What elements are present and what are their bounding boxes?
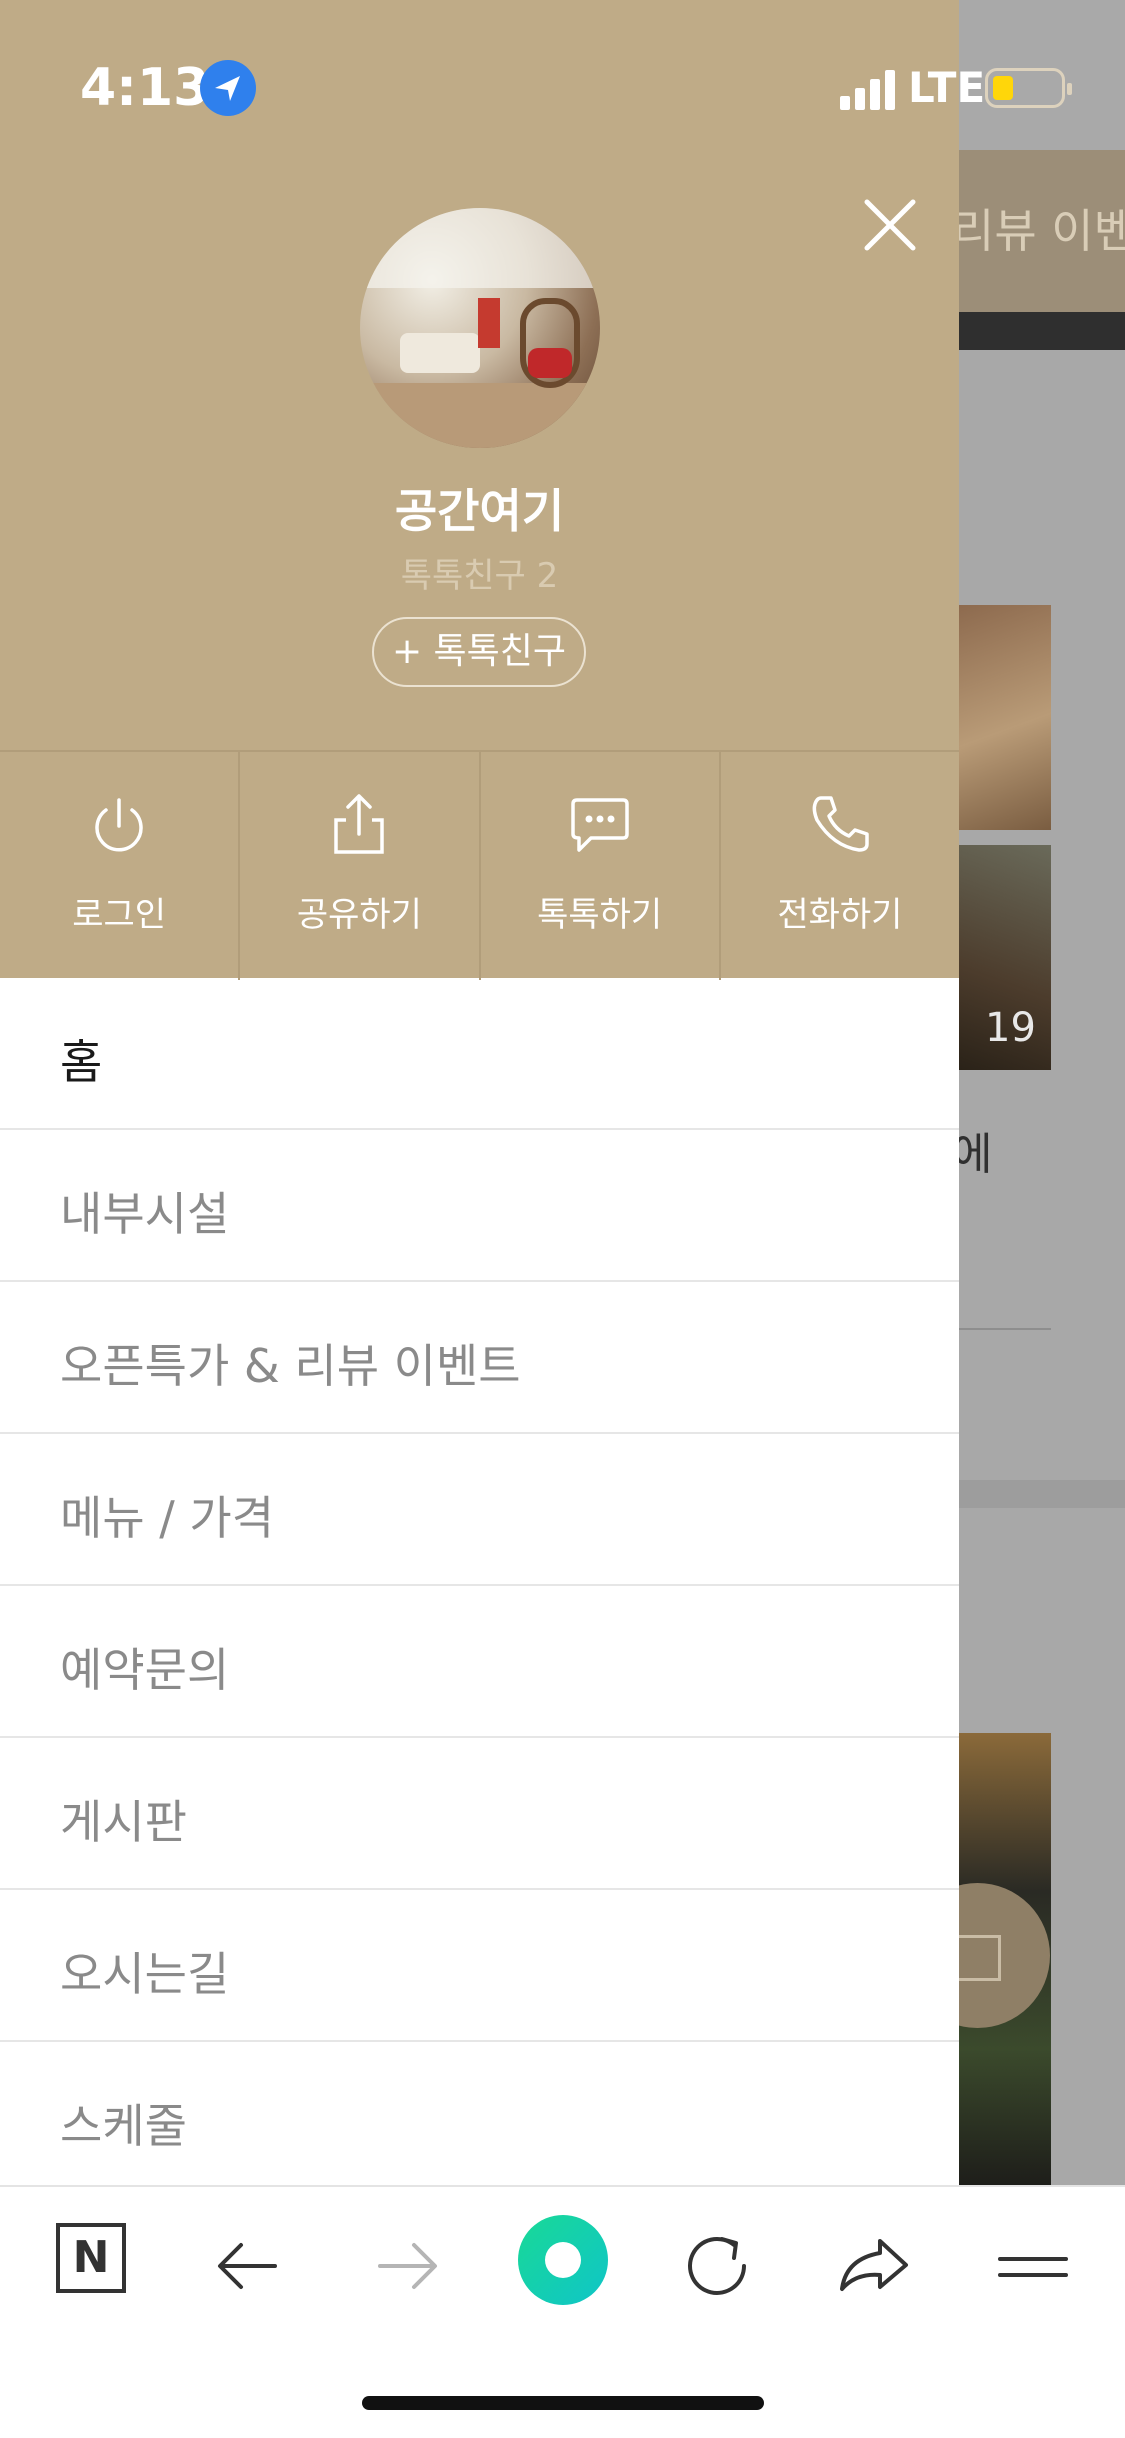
action-bar: 로그인 공유하기 톡톡하기 전화하기 — [0, 750, 959, 980]
add-friend-button[interactable]: + 톡톡친구 — [372, 617, 586, 687]
action-label: 톡톡하기 — [537, 895, 663, 935]
menu-item-label: 예약문의 — [60, 1643, 230, 1697]
background-photo — [959, 605, 1051, 830]
background-photo-count: 19 — [985, 1005, 1036, 1051]
status-bar: 4:13 LTE — [0, 0, 1125, 150]
refresh-icon[interactable] — [672, 2221, 762, 2311]
close-icon[interactable] — [855, 190, 925, 260]
menu-item-label: 메뉴 / 가격 — [60, 1491, 275, 1545]
phone-icon — [812, 796, 869, 852]
talk-button[interactable]: 톡톡하기 — [481, 752, 721, 980]
action-label: 공유하기 — [296, 895, 422, 935]
drawer-menu: 홈 내부시설 오픈특가 & 리뷰 이벤트 메뉴 / 가격 예약문의 게시판 오시… — [0, 978, 959, 2194]
action-label: 전화하기 — [777, 895, 903, 935]
share-arrow-icon[interactable] — [830, 2221, 920, 2311]
battery-icon — [985, 68, 1072, 108]
friend-count: 톡톡친구 2 — [400, 556, 559, 596]
share-icon — [334, 794, 385, 854]
menu-item-label: 내부시설 — [60, 1187, 230, 1241]
menu-item-label: 스케줄 — [60, 2099, 187, 2153]
menu-item-event[interactable]: 오픈특가 & 리뷰 이벤트 — [0, 1282, 959, 1434]
menu-item-label: 게시판 — [60, 1795, 187, 1849]
action-label: 로그인 — [72, 895, 167, 935]
profile-name: 공간여기 — [394, 484, 565, 538]
menu-icon[interactable] — [988, 2221, 1078, 2311]
back-arrow-icon[interactable] — [205, 2221, 295, 2311]
menu-item-label: 홈 — [60, 1035, 103, 1089]
forward-arrow-icon[interactable] — [360, 2221, 450, 2311]
location-arrow-icon — [200, 60, 256, 116]
mail-icon — [955, 1935, 1001, 1981]
menu-item-label: 오시는길 — [60, 1947, 230, 2001]
background-banner-text: 리뷰 이벤 — [952, 204, 1125, 258]
network-type: LTE — [908, 63, 986, 112]
menu-item-reservation[interactable]: 예약문의 — [0, 1586, 959, 1738]
green-dot-button[interactable] — [518, 2215, 608, 2305]
status-time: 4:13 — [80, 58, 210, 118]
side-drawer: 공간여기 톡톡친구 2 + 톡톡친구 로그인 공유하기 톡톡하기 전화하기 홈 … — [0, 0, 959, 2194]
menu-item-label: 오픈특가 & 리뷰 이벤트 — [60, 1339, 521, 1393]
login-button[interactable]: 로그인 — [0, 752, 241, 980]
naver-home-button[interactable]: N — [56, 2223, 126, 2293]
signal-icon — [840, 70, 895, 110]
menu-item-price[interactable]: 메뉴 / 가격 — [0, 1434, 959, 1586]
avatar — [360, 208, 600, 448]
share-button[interactable]: 공유하기 — [240, 752, 481, 980]
menu-item-directions[interactable]: 오시는길 — [0, 1890, 959, 2042]
menu-item-board[interactable]: 게시판 — [0, 1738, 959, 1890]
menu-item-home[interactable]: 홈 — [0, 978, 959, 1130]
home-indicator — [362, 2396, 764, 2410]
background-divider — [959, 1480, 1125, 1508]
menu-item-facilities[interactable]: 내부시설 — [0, 1130, 959, 1282]
call-button[interactable]: 전화하기 — [721, 752, 959, 980]
background-divider — [959, 1328, 1051, 1330]
menu-item-schedule[interactable]: 스케줄 — [0, 2042, 959, 2194]
power-icon — [95, 798, 143, 852]
chat-icon — [570, 798, 629, 852]
